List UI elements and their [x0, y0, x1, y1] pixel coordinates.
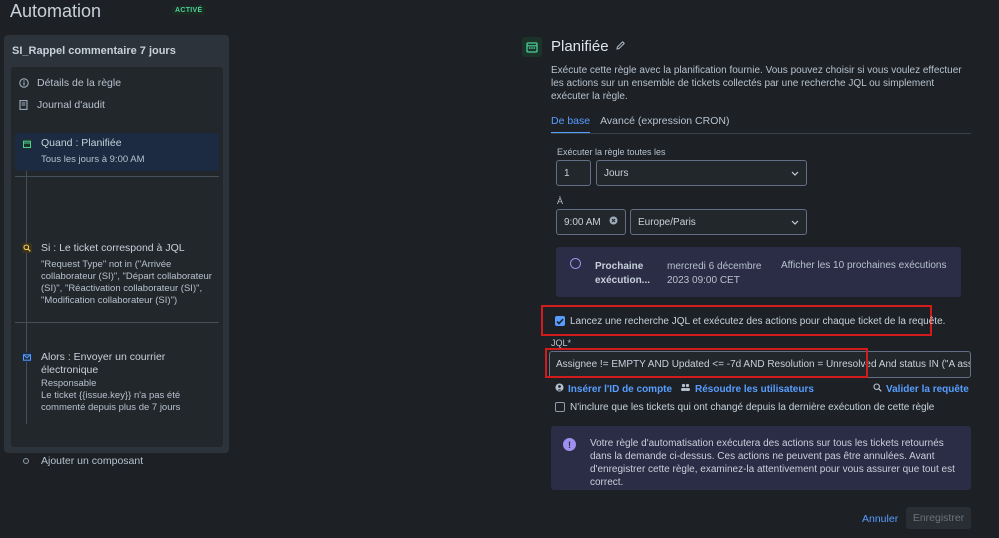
calendar-icon — [22, 139, 32, 149]
time-input[interactable]: 9:00 AM — [556, 209, 626, 235]
condition-step[interactable]: Si : Le ticket correspond à JQL "Request… — [15, 239, 219, 319]
next-run-date-line: 2023 09:00 CET — [667, 275, 740, 286]
condition-line: "Modification collaborateur (SI)") — [41, 295, 178, 306]
highlight-box — [545, 348, 868, 378]
only-changed-checkbox[interactable] — [555, 402, 565, 412]
insert-account-id-link[interactable]: Insérer l'ID de compte — [555, 383, 672, 395]
tab-basic[interactable]: De base — [551, 115, 591, 134]
show-next-runs-link[interactable]: Afficher les 10 prochaines exécutions — [781, 260, 946, 271]
time-value: 9:00 AM — [564, 216, 601, 228]
timezone-value: Europe/Paris — [638, 216, 696, 228]
status-badge: ACTIVÉ — [172, 6, 206, 15]
condition-line: collaborateur (SI)", "Départ collaborate… — [41, 271, 212, 282]
interval-unit: Jours — [604, 167, 629, 179]
next-run-label: Prochaine exécution... — [595, 260, 650, 288]
next-run-date-line: mercredi 6 décembre — [667, 261, 762, 272]
rule-components: Détails de la règle Journal d'audit Quan… — [11, 67, 223, 467]
clock-icon — [570, 258, 581, 269]
panel-description: Exécute cette règle avec la planificatio… — [551, 65, 962, 102]
search-icon — [22, 243, 32, 253]
next-run-label-line: exécution... — [595, 275, 651, 286]
action-body: Responsable Le ticket {{issue.key}} n'a … — [41, 378, 221, 414]
step-divider — [15, 176, 219, 177]
rule-panel: SI_Rappel commentaire 7 jours Détails de… — [4, 35, 229, 467]
search-icon — [873, 383, 882, 395]
trigger-title: Quand : Planifiée — [41, 137, 122, 149]
exclamation-icon: ! — [563, 438, 576, 451]
validate-query-label: Valider la requête — [886, 383, 969, 395]
rule-name: SI_Rappel commentaire 7 jours — [12, 45, 176, 57]
interval-value: 1 — [564, 167, 570, 179]
step-divider — [15, 322, 219, 323]
condition-title: Si : Le ticket correspond à JQL — [41, 242, 185, 254]
required-mark: * — [567, 338, 572, 348]
warning-panel: ! Votre règle d'automatisation exécutera… — [551, 426, 971, 490]
jql-search-checkbox[interactable] — [555, 316, 565, 326]
timezone-select[interactable]: Europe/Paris — [630, 209, 807, 235]
jql-label: JQL* — [551, 338, 571, 348]
next-run-panel: Prochaine exécution... mercredi 6 décemb… — [556, 247, 961, 297]
clear-icon[interactable] — [609, 216, 618, 228]
condition-body: "Request Type" not in ("Arrivée collabor… — [41, 259, 221, 307]
rule-details-label: Détails de la règle — [37, 77, 122, 89]
schedule-tabs: De base Avancé (expression CRON) — [551, 115, 729, 134]
interval-value-input[interactable]: 1 — [556, 160, 591, 186]
panel-title-text: Planifiée — [551, 38, 609, 55]
mail-icon — [22, 352, 32, 362]
time-label: À — [557, 196, 564, 206]
user-icon — [555, 383, 564, 395]
schedule-calendar-icon — [522, 37, 542, 57]
trigger-step[interactable]: Quand : Planifiée Tous les jours à 9:00 … — [15, 133, 219, 171]
action-title-line: Alors : Envoyer un courrier — [41, 351, 166, 363]
add-component-label: Ajouter un composant — [41, 455, 144, 467]
document-icon — [18, 100, 29, 111]
cancel-button[interactable]: Annuler — [856, 508, 904, 530]
next-run-date: mercredi 6 décembre 2023 09:00 CET — [667, 260, 761, 288]
interval-label: Exécuter la règle toutes les — [557, 147, 666, 157]
validate-query-link[interactable]: Valider la requête — [873, 383, 969, 395]
info-icon — [18, 78, 29, 89]
next-run-label-line: Prochaine — [595, 261, 644, 272]
people-icon — [680, 383, 691, 395]
interval-unit-select[interactable]: Jours — [596, 160, 807, 186]
warning-text: Votre règle d'automatisation exécutera d… — [590, 438, 955, 488]
trigger-body: Tous les jours à 9:00 AM — [41, 154, 145, 165]
only-changed-label: N'inclure que les tickets qui ont changé… — [570, 402, 935, 413]
action-title-line: électronique — [41, 364, 99, 376]
add-component-button[interactable]: Ajouter un composant — [15, 453, 219, 469]
save-button[interactable]: Enregistrer — [906, 507, 971, 529]
action-title: Alors : Envoyer un courrier électronique — [41, 351, 165, 377]
jql-label-text: JQL — [551, 338, 568, 348]
tab-advanced-cron[interactable]: Avancé (expression CRON) — [600, 115, 729, 134]
insert-account-id-label: Insérer l'ID de compte — [568, 383, 673, 395]
chevron-down-icon — [791, 217, 799, 227]
condition-line: "Request Type" not in ("Arrivée — [41, 259, 172, 270]
action-line: Le ticket {{issue.key}} n'a pas été — [41, 390, 181, 401]
tabs-divider — [551, 133, 971, 134]
audit-log-link[interactable]: Journal d'audit — [18, 99, 105, 111]
add-dot-icon — [23, 458, 29, 464]
rule-details-link[interactable]: Détails de la règle — [18, 77, 121, 89]
audit-log-label: Journal d'audit — [37, 99, 105, 111]
action-line: commenté depuis plus de 7 jours — [41, 402, 181, 413]
chevron-down-icon — [791, 168, 799, 178]
page-title: Automation — [10, 1, 102, 21]
resolve-users-link[interactable]: Résoudre les utilisateurs — [680, 383, 814, 395]
jql-search-checkbox-label: Lancez une recherche JQL et exécutez des… — [570, 316, 946, 327]
pencil-icon[interactable] — [615, 38, 626, 55]
action-step[interactable]: Alors : Envoyer un courrier électronique… — [15, 348, 219, 418]
condition-line: (SI)", "Réactivation collaborateur (SI)"… — [41, 283, 203, 294]
panel-title: Planifiée — [551, 38, 626, 55]
resolve-users-label: Résoudre les utilisateurs — [695, 383, 814, 395]
action-line: Responsable — [41, 378, 97, 389]
